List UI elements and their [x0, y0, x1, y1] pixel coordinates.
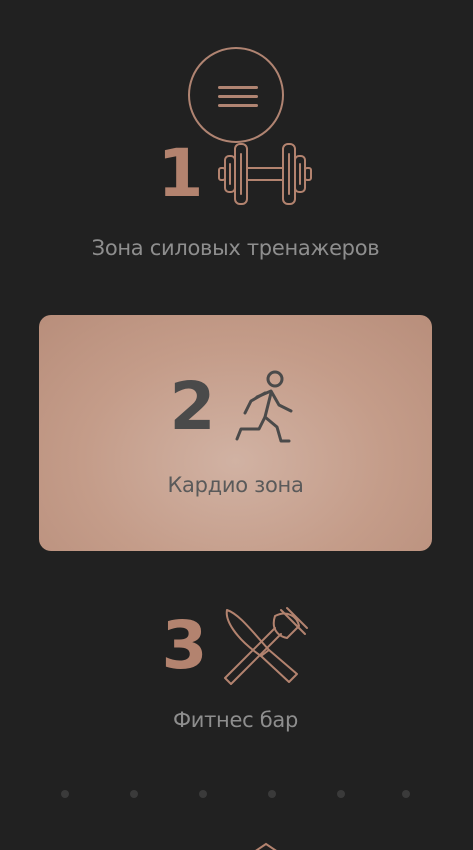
chevron-up-icon[interactable] — [252, 840, 280, 850]
zone-item-strength[interactable]: 1 Зона силовых тренажеров — [39, 140, 432, 270]
dot-icon[interactable] — [199, 790, 207, 798]
zone-label: Фитнес бар — [173, 708, 298, 732]
running-person-icon — [235, 370, 293, 443]
zone-number: 1 — [157, 135, 204, 212]
dot-icon[interactable] — [268, 790, 276, 798]
dumbbell-icon — [218, 143, 313, 205]
zone-label: Кардио зона — [167, 473, 304, 497]
pagination — [0, 788, 473, 800]
dot-icon[interactable] — [337, 790, 345, 798]
menu-button[interactable] — [188, 47, 284, 143]
dot-icon[interactable] — [61, 790, 69, 798]
dot-icon[interactable] — [402, 790, 410, 798]
zone-number: 3 — [161, 607, 208, 684]
page: 1 Зона силовых тренажеров 2 Кардио зона … — [0, 0, 473, 850]
zone-item-fitness-bar[interactable]: 3 Фитнес бар — [39, 606, 432, 736]
zone-item-cardio[interactable]: 2 Кардио зона — [39, 315, 432, 551]
dot-icon[interactable] — [130, 790, 138, 798]
knife-fork-icon — [224, 607, 309, 685]
zone-label: Зона силовых тренажеров — [91, 236, 380, 260]
zone-number: 2 — [169, 368, 216, 445]
